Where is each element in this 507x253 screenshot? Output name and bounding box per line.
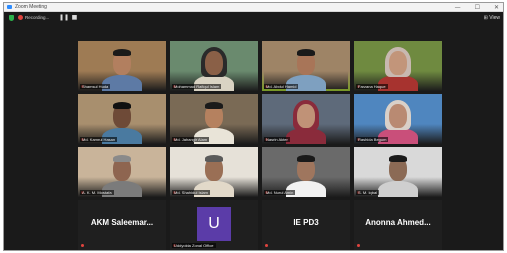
pause-recording-button[interactable]: ❚❚ — [59, 14, 69, 21]
participant-display-name: IE PD3 — [293, 218, 319, 227]
participant-hair — [389, 155, 407, 162]
participant-tile[interactable]: Md. Nurul Amin — [262, 147, 350, 197]
participant-hair — [205, 155, 223, 162]
participant-tile[interactable]: Rashida Begum — [354, 94, 442, 144]
participant-tile[interactable]: Md. Abdul Hamid — [262, 41, 350, 91]
participant-hair — [205, 102, 223, 109]
meeting-toolbar: Recording... ❚❚ ■ ⊞ View — [4, 12, 503, 24]
participant-hair — [113, 49, 131, 56]
participant-body — [286, 128, 326, 144]
participant-head — [205, 51, 223, 75]
participant-tile[interactable]: Farzana Haque — [354, 41, 442, 91]
title-bar: Zoom Meeting — ☐ ✕ — [4, 3, 503, 12]
zoom-window: Zoom Meeting — ☐ ✕ Recording... ❚❚ ■ ⊞ V… — [3, 2, 504, 251]
view-button[interactable]: ⊞ View — [484, 14, 500, 22]
participant-head — [297, 104, 315, 128]
participant-name: Md. Kamrul Hasan — [80, 137, 118, 142]
participant-name: S. M. Iqbal — [356, 190, 380, 195]
participant-tile[interactable]: S. M. Iqbal — [354, 147, 442, 197]
record-dot-icon — [18, 15, 23, 20]
participant-name: Md. Shahidul Islam — [172, 190, 211, 195]
recording-indicator: Recording... — [18, 15, 49, 20]
window-controls: — ☐ ✕ — [455, 3, 499, 12]
close-button[interactable]: ✕ — [494, 3, 499, 12]
recording-label: Recording... — [25, 15, 50, 20]
participant-name-tile[interactable]: Anonna Ahmed... — [354, 200, 442, 250]
participant-tile[interactable]: Shamsul Huda — [78, 41, 166, 91]
mic-muted-icon — [265, 244, 268, 247]
window-title: Zoom Meeting — [15, 4, 47, 10]
maximize-button[interactable]: ☐ — [475, 3, 480, 12]
participant-tile[interactable]: Mohammad Rafiqul Islam — [170, 41, 258, 91]
participant-name: Uddyokta Zonal Office — [172, 243, 216, 248]
gallery-grid: Shamsul Huda Mohammad Rafiqul Islam Md. … — [78, 41, 442, 250]
participant-tile[interactable]: Md. Kamrul Hasan — [78, 94, 166, 144]
participant-body — [378, 181, 418, 197]
participant-hair — [297, 49, 315, 56]
minimize-button[interactable]: — — [455, 3, 461, 12]
shield-icon[interactable] — [9, 15, 14, 21]
participant-avatar: U — [197, 207, 231, 241]
avatar-initial: U — [208, 215, 220, 232]
mic-muted-icon — [357, 244, 360, 247]
participant-name: Md. Jahangir Alam — [172, 137, 210, 142]
participant-display-name: Anonna Ahmed... — [365, 218, 431, 227]
participant-name: A. K. M. Mostafa — [80, 190, 114, 195]
zoom-app-icon — [7, 5, 12, 9]
participant-tile[interactable]: A. K. M. Mostafa — [78, 147, 166, 197]
participant-name: Md. Nurul Amin — [264, 190, 296, 195]
participant-tile[interactable]: Md. Jahangir Alam — [170, 94, 258, 144]
participant-name: Rashida Begum — [356, 137, 389, 142]
participant-hair — [113, 102, 131, 109]
stop-recording-button[interactable]: ■ — [71, 14, 78, 21]
participant-name: Nasrin Akter — [264, 137, 290, 142]
participant-tile[interactable]: Nasrin Akter — [262, 94, 350, 144]
participant-hair — [297, 155, 315, 162]
participant-head — [389, 51, 407, 75]
participant-name-tile[interactable]: IE PD3 — [262, 200, 350, 250]
participant-name: Mohammad Rafiqul Islam — [172, 84, 222, 89]
participant-name: Md. Abdul Hamid — [264, 84, 299, 89]
participant-name-tile[interactable]: AKM Saleemar... — [78, 200, 166, 250]
participant-name-tile[interactable]: U Uddyokta Zonal Office — [170, 200, 258, 250]
participant-name: Farzana Haque — [356, 84, 388, 89]
participant-tile[interactable]: Md. Shahidul Islam — [170, 147, 258, 197]
participant-head — [389, 104, 407, 128]
participant-hair — [113, 155, 131, 162]
mic-muted-icon — [81, 244, 84, 247]
participant-display-name: AKM Saleemar... — [90, 218, 154, 227]
participant-name: Shamsul Huda — [80, 84, 111, 89]
